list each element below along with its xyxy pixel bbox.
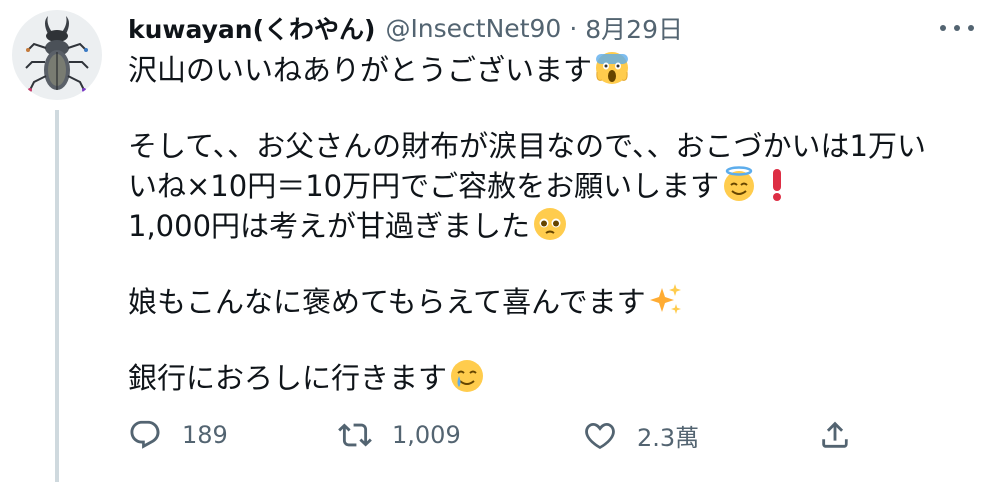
more-options-icon[interactable] bbox=[940, 14, 974, 42]
tweet-header: kuwayan(くわやん) @InsectNet90 · 8月29日 bbox=[128, 8, 683, 48]
avatar[interactable] bbox=[12, 10, 102, 100]
exclamation-emoji-icon bbox=[773, 169, 782, 201]
halo-emoji-icon bbox=[724, 166, 755, 201]
reply-button[interactable]: 189 bbox=[128, 412, 228, 458]
share-icon bbox=[822, 421, 848, 448]
stag-beetle-icon bbox=[25, 16, 89, 92]
tweet-line: 沢山のいいねありがとうございます bbox=[128, 50, 978, 90]
tweet-line: そして、、お父さんの財布が涙目なので、、おこづかいは1万い bbox=[128, 126, 978, 166]
tweet-line-text: 銀行におろしに行きます bbox=[128, 361, 448, 395]
tweet-line-text: 娘もこんなに褒めてもらえて喜んでます bbox=[128, 285, 646, 319]
tweet-line-text: 1,000円は考えが甘過ぎました bbox=[128, 209, 531, 243]
reply-icon bbox=[130, 420, 160, 449]
retweet-icon bbox=[338, 423, 372, 447]
retweet-count: 1,009 bbox=[392, 421, 461, 449]
sparkles-emoji-icon bbox=[649, 284, 681, 314]
tweet-date[interactable]: 8月29日 bbox=[585, 10, 683, 46]
scream-emoji-icon bbox=[596, 52, 629, 84]
tweet-actions: 189 1,009 2.3萬 bbox=[128, 412, 868, 458]
tweet-line: 娘もこんなに褒めてもらえて喜んでます bbox=[128, 282, 978, 322]
share-button[interactable] bbox=[818, 412, 852, 458]
tweet-line: 1,000円は考えが甘過ぎました bbox=[128, 206, 978, 246]
tweet-line: いね×10円＝10万円でご容赦をお願いします bbox=[128, 166, 978, 206]
like-count: 2.3萬 bbox=[637, 423, 700, 452]
tear-smile-emoji-icon bbox=[451, 360, 484, 392]
tweet-line-text: 沢山のいいねありがとうございます bbox=[128, 53, 593, 87]
reply-count: 189 bbox=[182, 421, 228, 449]
handle[interactable]: @InsectNet90 bbox=[385, 14, 561, 43]
tweet-line-text: いね×10円＝10万円でご容赦をお願いします bbox=[128, 169, 720, 203]
retweet-button[interactable]: 1,009 bbox=[338, 412, 461, 458]
tweet[interactable]: kuwayan(くわやん) @InsectNet90 · 8月29日 沢山のいい… bbox=[0, 0, 1000, 482]
separator-dot: · bbox=[569, 13, 578, 43]
display-name[interactable]: kuwayan(くわやん) bbox=[128, 10, 375, 46]
tweet-line-text: そして、、お父さんの財布が涙目なので、、おこづかいは1万い bbox=[128, 129, 926, 163]
heart-icon bbox=[585, 422, 615, 450]
thread-line bbox=[55, 110, 59, 482]
like-button[interactable]: 2.3萬 bbox=[583, 412, 699, 458]
tweet-line: 銀行におろしに行きます bbox=[128, 358, 978, 398]
tweet-text: 沢山のいいねありがとうございます そして、、お父さんの財布が涙目なので、、おこづ… bbox=[128, 50, 978, 398]
pleading-emoji-icon bbox=[534, 208, 567, 240]
